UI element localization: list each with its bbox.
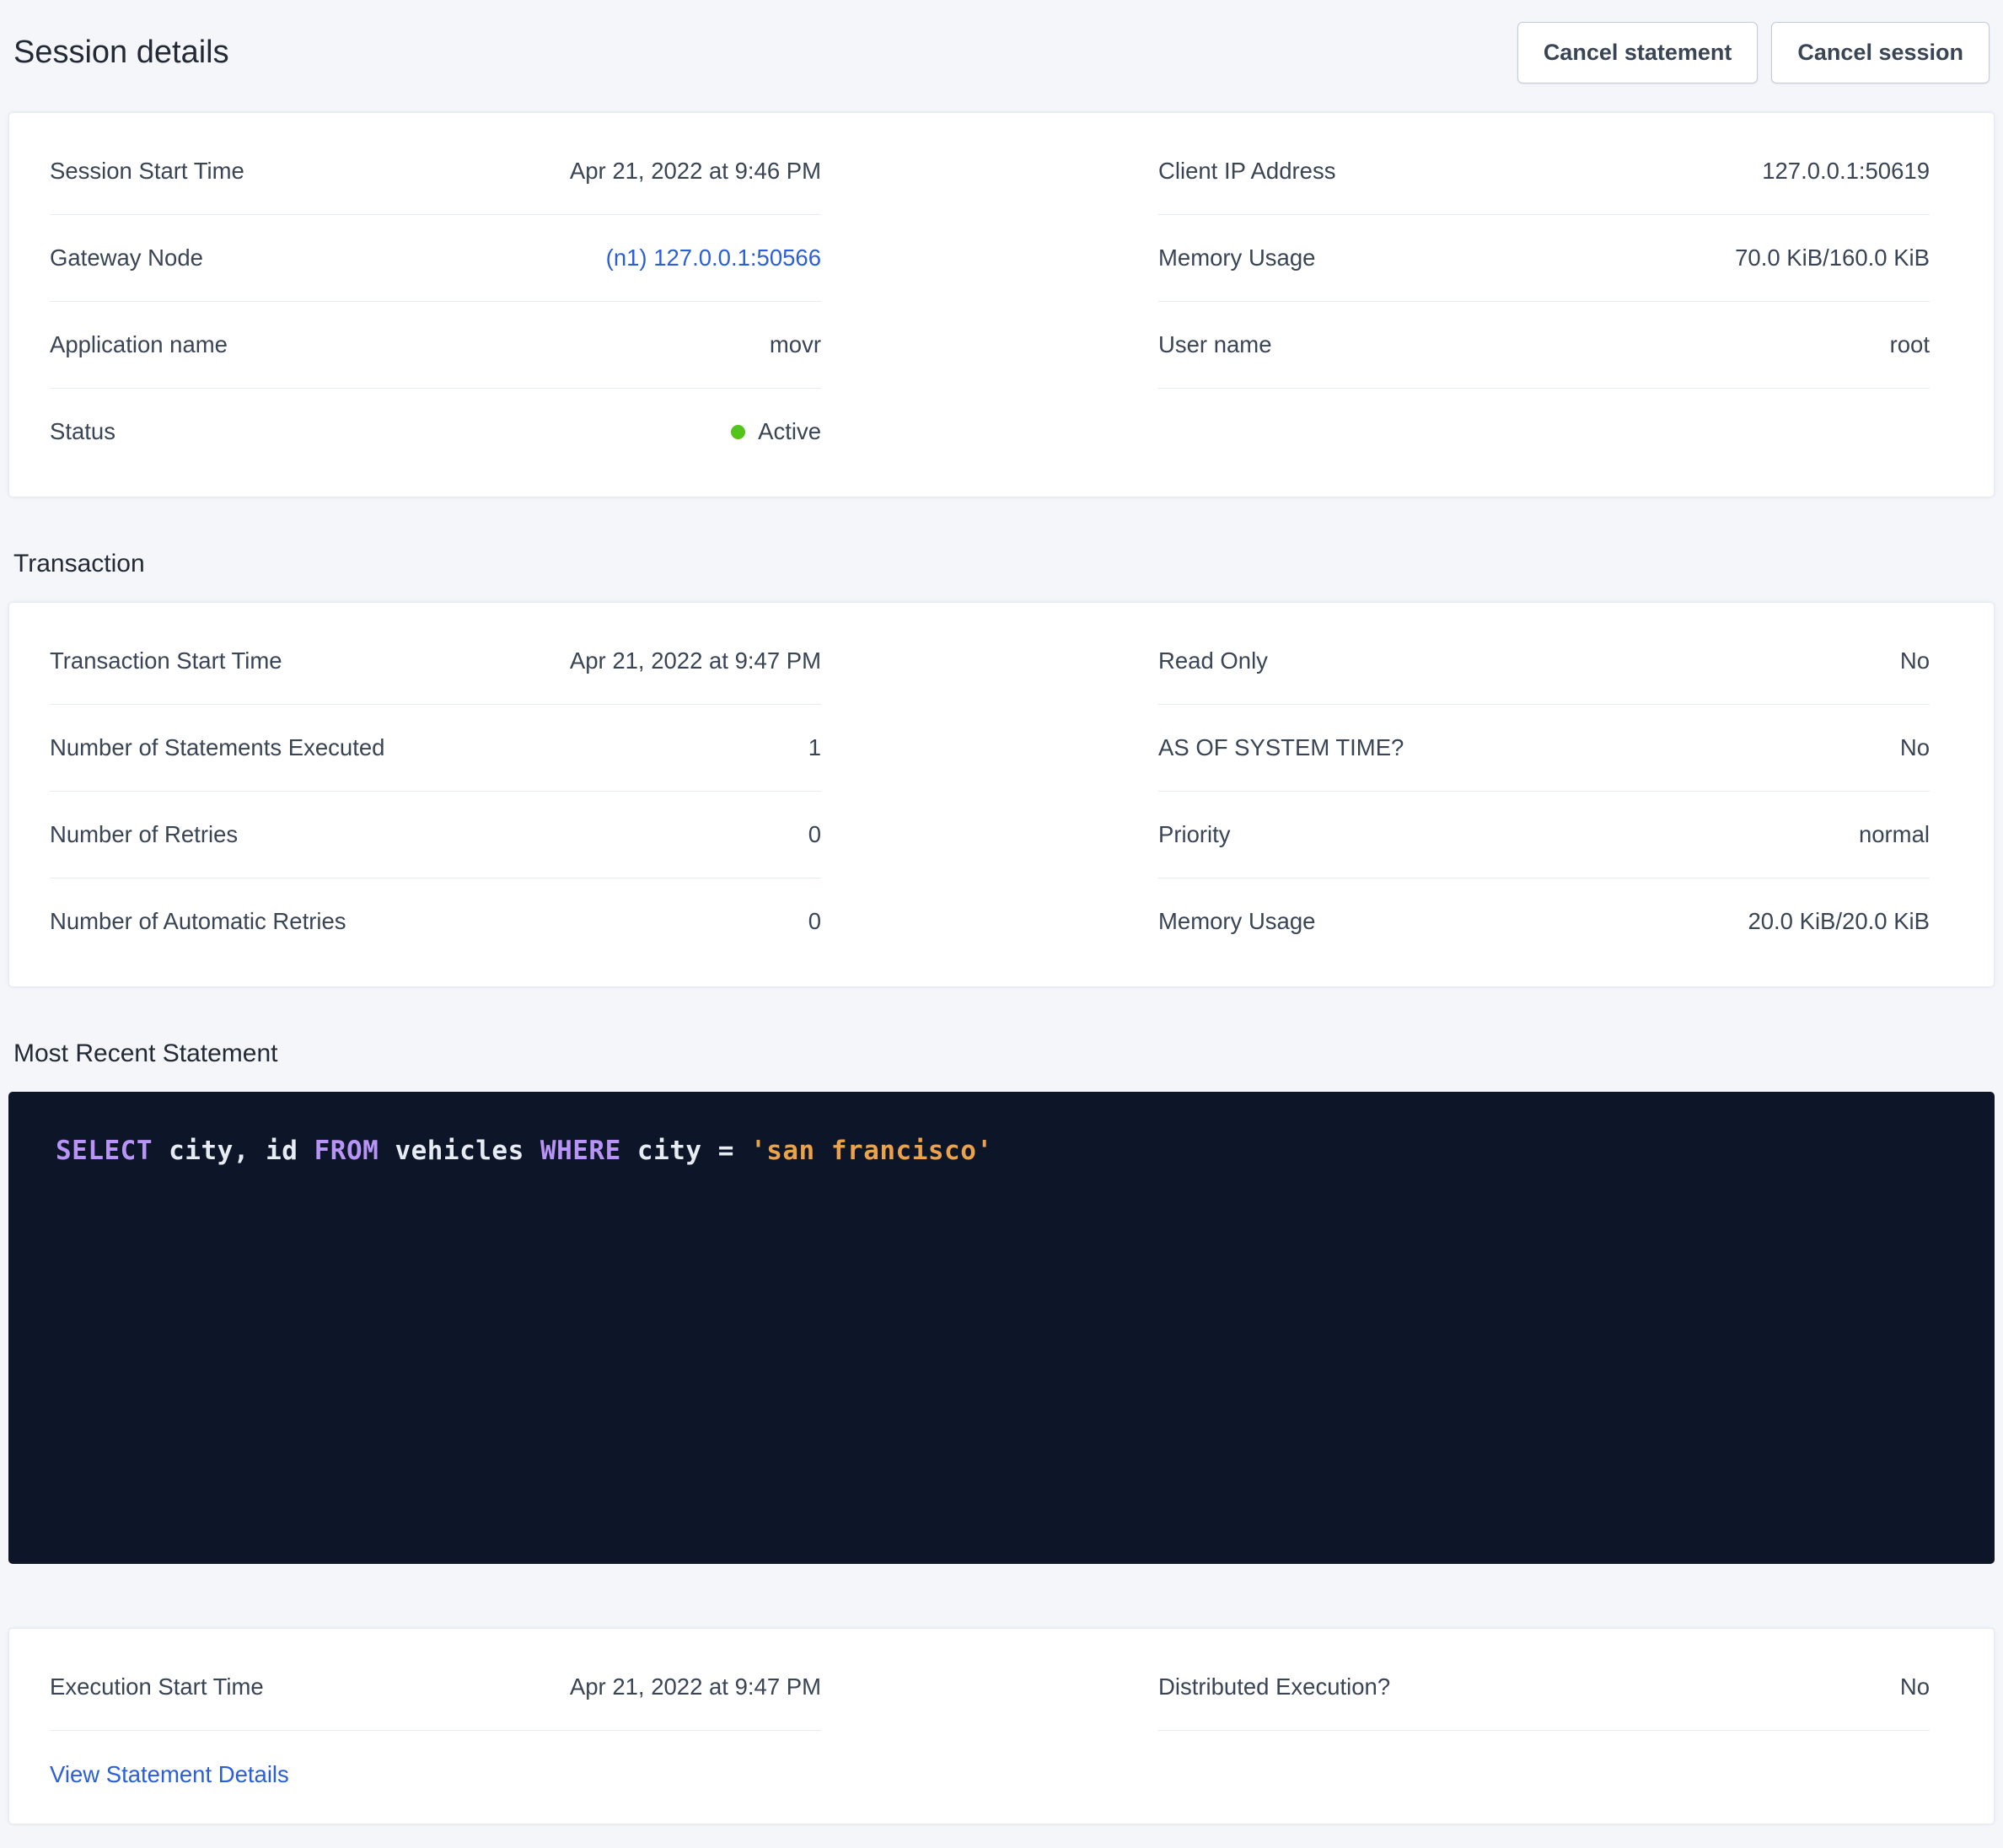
page-title: Session details xyxy=(13,35,229,71)
automatic-retries-label: Number of Automatic Retries xyxy=(50,908,346,935)
execution-left-column: Execution Start Time Apr 21, 2022 at 9:4… xyxy=(50,1644,821,1807)
transaction-left-column: Transaction Start Time Apr 21, 2022 at 9… xyxy=(50,618,821,964)
page-header: Session details Cancel statement Cancel … xyxy=(8,13,1995,83)
as-of-system-time-label: AS OF SYSTEM TIME? xyxy=(1158,734,1404,761)
execution-columns: Execution Start Time Apr 21, 2022 at 9:4… xyxy=(9,1629,1994,1824)
automatic-retries-value: 0 xyxy=(808,908,821,935)
retries-value: 0 xyxy=(808,821,821,848)
distributed-execution-value: No xyxy=(1900,1673,1930,1700)
priority-label: Priority xyxy=(1158,821,1231,848)
session-summary-left-column: Session Start Time Apr 21, 2022 at 9:46 … xyxy=(50,128,821,475)
priority-row: Priority normal xyxy=(1158,792,1930,878)
transaction-start-time-value: Apr 21, 2022 at 9:47 PM xyxy=(570,647,821,674)
distributed-execution-label: Distributed Execution? xyxy=(1158,1673,1390,1700)
gateway-node-link[interactable]: (n1) 127.0.0.1:50566 xyxy=(606,244,821,271)
session-start-time-value: Apr 21, 2022 at 9:46 PM xyxy=(570,158,821,185)
execution-start-time-row: Execution Start Time Apr 21, 2022 at 9:4… xyxy=(50,1644,821,1731)
view-statement-details-link[interactable]: View Statement Details xyxy=(50,1731,289,1807)
read-only-label: Read Only xyxy=(1158,647,1268,674)
user-name-row: User name root xyxy=(1158,302,1930,389)
gateway-node-row: Gateway Node (n1) 127.0.0.1:50566 xyxy=(50,215,821,302)
read-only-value: No xyxy=(1900,647,1930,674)
transaction-card: Transaction Start Time Apr 21, 2022 at 9… xyxy=(8,602,1995,987)
status-row: Status Active xyxy=(50,389,821,475)
client-ip-label: Client IP Address xyxy=(1158,158,1335,185)
statements-executed-value: 1 xyxy=(808,734,821,761)
transaction-columns: Transaction Start Time Apr 21, 2022 at 9… xyxy=(9,603,1994,986)
session-memory-usage-value: 70.0 KiB/160.0 KiB xyxy=(1735,244,1930,271)
sql-keyword-token: FROM xyxy=(314,1136,379,1166)
session-start-time-label: Session Start Time xyxy=(50,158,244,185)
transaction-start-time-row: Transaction Start Time Apr 21, 2022 at 9… xyxy=(50,618,821,705)
sql-string-token: 'san francisco' xyxy=(750,1136,992,1166)
statements-executed-label: Number of Statements Executed xyxy=(50,734,384,761)
execution-start-time-value: Apr 21, 2022 at 9:47 PM xyxy=(570,1673,821,1700)
application-name-value: movr xyxy=(770,331,821,358)
status-label: Status xyxy=(50,418,115,445)
cancel-statement-button[interactable]: Cancel statement xyxy=(1517,22,1759,83)
application-name-label: Application name xyxy=(50,331,228,358)
execution-right-column: Distributed Execution? No xyxy=(1158,1644,1930,1807)
read-only-row: Read Only No xyxy=(1158,618,1930,705)
sql-plain-token: city = xyxy=(621,1136,750,1166)
session-details-page: Session details Cancel statement Cancel … xyxy=(0,0,2003,1848)
distributed-execution-row: Distributed Execution? No xyxy=(1158,1644,1930,1731)
statements-executed-row: Number of Statements Executed 1 xyxy=(50,705,821,792)
cancel-session-button[interactable]: Cancel session xyxy=(1771,22,1990,83)
session-summary-columns: Session Start Time Apr 21, 2022 at 9:46 … xyxy=(9,113,1994,497)
transaction-section-title: Transaction xyxy=(13,550,1990,578)
status-active-dot-icon xyxy=(731,425,745,439)
status-text: Active xyxy=(758,418,821,445)
session-summary-card: Session Start Time Apr 21, 2022 at 9:46 … xyxy=(8,112,1995,497)
transaction-right-column: Read Only No AS OF SYSTEM TIME? No Prior… xyxy=(1158,618,1930,964)
gateway-node-label: Gateway Node xyxy=(50,244,203,271)
sql-plain-token: city, id xyxy=(153,1136,314,1166)
automatic-retries-row: Number of Automatic Retries 0 xyxy=(50,878,821,964)
transaction-memory-usage-value: 20.0 KiB/20.0 KiB xyxy=(1748,908,1930,935)
as-of-system-time-row: AS OF SYSTEM TIME? No xyxy=(1158,705,1930,792)
client-ip-value: 127.0.0.1:50619 xyxy=(1762,158,1930,185)
transaction-memory-usage-label: Memory Usage xyxy=(1158,908,1315,935)
sql-keyword-token: SELECT xyxy=(56,1136,153,1166)
sql-plain-token: vehicles xyxy=(379,1136,540,1166)
retries-label: Number of Retries xyxy=(50,821,238,848)
client-ip-row: Client IP Address 127.0.0.1:50619 xyxy=(1158,128,1930,215)
session-memory-usage-row: Memory Usage 70.0 KiB/160.0 KiB xyxy=(1158,215,1930,302)
execution-start-time-label: Execution Start Time xyxy=(50,1673,264,1700)
session-summary-right-column: Client IP Address 127.0.0.1:50619 Memory… xyxy=(1158,128,1930,475)
as-of-system-time-value: No xyxy=(1900,734,1930,761)
status-value: Active xyxy=(731,418,821,445)
execution-card: Execution Start Time Apr 21, 2022 at 9:4… xyxy=(8,1628,1995,1824)
user-name-value: root xyxy=(1890,331,1930,358)
priority-value: normal xyxy=(1859,821,1930,848)
application-name-row: Application name movr xyxy=(50,302,821,389)
transaction-memory-usage-row: Memory Usage 20.0 KiB/20.0 KiB xyxy=(1158,878,1930,964)
header-actions: Cancel statement Cancel session xyxy=(1517,22,1990,83)
session-start-time-row: Session Start Time Apr 21, 2022 at 9:46 … xyxy=(50,128,821,215)
most-recent-statement-sql: SELECT city, id FROM vehicles WHERE city… xyxy=(8,1092,1995,1564)
user-name-label: User name xyxy=(1158,331,1272,358)
retries-row: Number of Retries 0 xyxy=(50,792,821,878)
session-memory-usage-label: Memory Usage xyxy=(1158,244,1315,271)
transaction-start-time-label: Transaction Start Time xyxy=(50,647,282,674)
most-recent-statement-section-title: Most Recent Statement xyxy=(13,1040,1990,1068)
sql-keyword-token: WHERE xyxy=(540,1136,621,1166)
